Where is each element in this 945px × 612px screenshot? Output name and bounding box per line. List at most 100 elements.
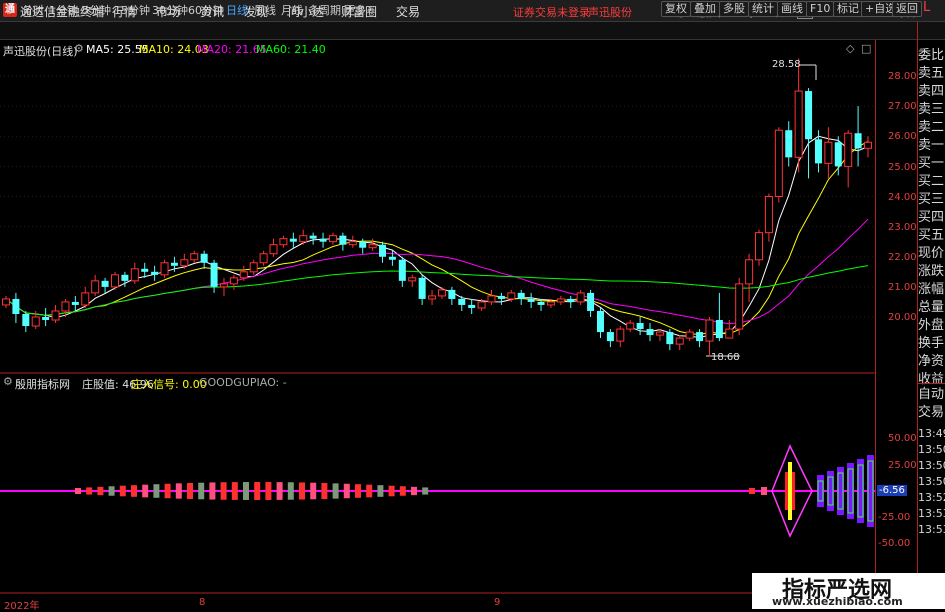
tick-time: 13:53: [918, 523, 945, 536]
candle-body: [616, 328, 625, 342]
indicator-bar: [97, 486, 104, 496]
y-tick: 20.00: [888, 312, 917, 323]
candle-body: [576, 292, 585, 303]
y-tick: 23.00: [888, 222, 917, 233]
period-5min[interactable]: 5分钟: [82, 2, 111, 18]
chevron-right-icon[interactable]: ›: [368, 2, 372, 15]
period-more[interactable]: 更多: [344, 2, 366, 18]
indicator-settings-icon[interactable]: ⚙: [3, 375, 13, 388]
watermark-url: www.xuezhibiao.com: [772, 595, 903, 608]
back-button[interactable]: 返回: [892, 1, 922, 17]
candle-body: [527, 298, 535, 302]
candle-body: [121, 274, 129, 281]
side-label: L: [923, 0, 931, 15]
candle-body: [31, 316, 40, 327]
candle-body: [705, 319, 714, 342]
indicator-title: 殷朋指标网: [15, 378, 70, 391]
indicator-y-tick: -25.00: [878, 512, 911, 523]
candle-body: [715, 320, 723, 339]
indicator-bar: [119, 485, 126, 497]
period-30min[interactable]: 30分钟: [152, 2, 188, 18]
candle-body: [42, 317, 50, 321]
indicator-bar: [243, 482, 249, 500]
panel-toggle-icon[interactable]: ▯: [6, 2, 12, 15]
indicator-y-tick: -50.00: [878, 538, 911, 549]
indicator-bar: [198, 482, 205, 500]
indicator-bar: [388, 485, 395, 497]
indicator-bar: [220, 482, 227, 500]
indicator-bar: [75, 488, 81, 494]
indicator-bar: [187, 483, 193, 499]
candle-body: [497, 295, 505, 299]
mark-button[interactable]: 标记: [833, 1, 863, 17]
indicator-bar: [299, 482, 305, 500]
indicator-bar: [175, 483, 182, 499]
candle-body: [864, 141, 872, 149]
y-tick: 28.00: [888, 71, 917, 82]
candle-body: [418, 277, 426, 299]
candle-body: [596, 310, 604, 333]
candle-body: [458, 298, 466, 305]
current-stock: 声迅股份: [588, 6, 632, 19]
indicator-bar: [422, 487, 429, 495]
candle-body: [626, 322, 635, 330]
multi-stock-button[interactable]: 多股: [719, 1, 749, 17]
adjust-button[interactable]: 复权: [661, 1, 691, 17]
stats-button[interactable]: 统计: [748, 1, 778, 17]
candle-body: [200, 253, 208, 263]
y-tick: 26.00: [888, 131, 917, 142]
candle-body: [696, 332, 704, 342]
candle-body: [606, 332, 614, 342]
candle-body: [437, 289, 446, 297]
candle-body: [487, 295, 496, 303]
candle-body: [61, 301, 70, 312]
candle-body: [824, 141, 833, 164]
y-tick: 27.00: [888, 101, 917, 112]
candle-body: [91, 280, 100, 294]
candle-body: [170, 262, 178, 266]
period-monthly[interactable]: 月线: [281, 2, 303, 18]
candle-body: [239, 271, 248, 279]
overlay-button[interactable]: 叠加: [690, 1, 720, 17]
candle-body: [269, 244, 278, 255]
watermark: 指标严选网 www.xuezhibiao.com: [752, 573, 945, 609]
candle-body: [507, 292, 516, 300]
x-tick: 9: [494, 597, 501, 608]
candle-body: [71, 301, 79, 305]
candle-body: [151, 271, 159, 275]
period-daily[interactable]: 日线: [226, 2, 248, 18]
candle-body: [794, 90, 803, 158]
indicator-bar: [310, 482, 317, 500]
candle-body: [22, 313, 30, 327]
candle-body: [339, 235, 347, 245]
indicator-bar: [332, 483, 339, 499]
candle-body: [408, 277, 417, 282]
period-weekly[interactable]: 周线: [254, 2, 276, 18]
candle-body: [764, 196, 773, 234]
candle-body: [725, 328, 734, 339]
period-60min[interactable]: 60分钟: [188, 2, 224, 18]
x-tick: 2022年: [4, 601, 40, 612]
candle-body: [229, 277, 238, 285]
candle-body: [130, 268, 139, 282]
candle-body: [388, 256, 396, 260]
period-multi[interactable]: 多周期: [308, 2, 341, 18]
candle-body: [359, 241, 367, 248]
indicator-value-3: GOODGUPIAO: -: [199, 376, 287, 389]
draw-button[interactable]: 画线: [777, 1, 807, 17]
f10-button[interactable]: F10: [806, 1, 835, 17]
auto-trade-label[interactable]: 交易: [918, 402, 945, 423]
period-1min[interactable]: 1分钟: [49, 2, 78, 18]
login-status[interactable]: 证券交易未登录: [513, 4, 590, 20]
indicator-bar: [377, 485, 384, 497]
period-15min[interactable]: 15分钟: [114, 2, 150, 18]
candle-body: [655, 331, 664, 336]
period-intraday[interactable]: 分时: [22, 2, 44, 18]
menu-item-trade[interactable]: 交易: [396, 3, 420, 20]
candle-body: [587, 292, 595, 311]
indicator-bar: [749, 488, 755, 494]
candle-body: [636, 323, 644, 330]
candle-body: [279, 238, 288, 246]
candle-body: [854, 133, 862, 149]
indicator-bars: [0, 444, 876, 538]
